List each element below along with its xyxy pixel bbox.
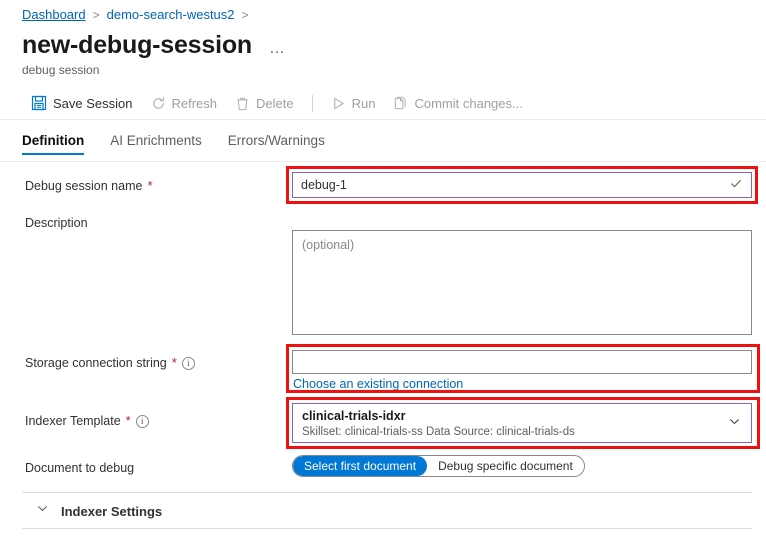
indexer-template-label: Indexer Template * i	[25, 413, 149, 429]
save-session-label: Save Session	[53, 96, 133, 111]
document-to-debug-label-text: Document to debug	[25, 460, 134, 476]
indexer-template-dropdown[interactable]: clinical-trials-idxr Skillset: clinical-…	[292, 403, 752, 443]
indexer-template-label-text: Indexer Template	[25, 413, 121, 429]
option-select-first-document[interactable]: Select first document	[293, 456, 427, 476]
indexer-template-required-marker: *	[126, 413, 131, 429]
commit-changes-button[interactable]: Commit changes...	[384, 89, 531, 117]
storage-connection-value	[293, 351, 751, 373]
breadcrumb-item-service[interactable]: demo-search-westus2	[107, 7, 235, 23]
more-options-button[interactable]: …	[266, 40, 289, 58]
commit-changes-label: Commit changes...	[414, 96, 522, 111]
indexer-template-detail: Skillset: clinical-trials-ss Data Source…	[302, 425, 742, 440]
indexer-template-selected: clinical-trials-idxr Skillset: clinical-…	[293, 404, 751, 445]
chevron-down-icon	[36, 502, 49, 520]
document-to-debug-toggle: Select first document Debug specific doc…	[292, 455, 585, 477]
choose-existing-connection-link[interactable]: Choose an existing connection	[293, 376, 463, 392]
refresh-button[interactable]: Refresh	[142, 89, 227, 117]
tab-definition[interactable]: Definition	[22, 133, 84, 155]
description-label-text: Description	[25, 215, 88, 231]
section-divider-top	[22, 492, 752, 493]
tab-list-divider	[0, 161, 766, 162]
storage-connection-input[interactable]	[292, 350, 752, 374]
checkmark-icon	[729, 177, 743, 194]
option-debug-specific-document[interactable]: Debug specific document	[427, 456, 584, 476]
session-name-value: debug-1	[293, 173, 751, 197]
command-bar: Save Session Refresh Delete	[22, 87, 532, 119]
session-name-label: Debug session name *	[25, 178, 153, 194]
info-icon[interactable]: i	[182, 357, 195, 370]
delete-button[interactable]: Delete	[226, 89, 303, 117]
tab-list: Definition AI Enrichments Errors/Warning…	[22, 133, 325, 155]
refresh-icon	[151, 96, 166, 111]
chevron-down-icon[interactable]	[728, 415, 741, 431]
tab-errors-warnings[interactable]: Errors/Warnings	[228, 133, 325, 155]
description-label: Description	[25, 215, 88, 231]
run-label: Run	[352, 96, 376, 111]
save-session-button[interactable]: Save Session	[22, 89, 142, 117]
section-indexer-settings-label: Indexer Settings	[61, 504, 162, 519]
section-indexer-settings[interactable]: Indexer Settings	[36, 502, 162, 520]
breadcrumb-separator-2: >	[242, 7, 249, 23]
session-name-label-text: Debug session name	[25, 178, 142, 194]
title-row: new-debug-session …	[22, 30, 289, 60]
breadcrumb: Dashboard > demo-search-westus2 >	[22, 7, 249, 23]
description-textarea[interactable]: (optional)	[292, 230, 752, 335]
breadcrumb-item-dashboard[interactable]: Dashboard	[22, 7, 86, 23]
indexer-template-name: clinical-trials-idxr	[302, 409, 742, 424]
command-bar-separator	[312, 95, 313, 112]
tab-ai-enrichments[interactable]: AI Enrichments	[110, 133, 202, 155]
document-to-debug-label: Document to debug	[25, 460, 134, 476]
breadcrumb-separator-1: >	[93, 7, 100, 23]
debug-session-page: Dashboard > demo-search-westus2 > new-de…	[0, 0, 766, 546]
refresh-label: Refresh	[172, 96, 218, 111]
storage-connection-label-text: Storage connection string	[25, 355, 167, 371]
storage-connection-required-marker: *	[172, 355, 177, 371]
copy-icon	[393, 96, 408, 111]
session-name-required-marker: *	[147, 178, 152, 194]
description-placeholder: (optional)	[302, 238, 354, 252]
session-name-input[interactable]: debug-1	[292, 172, 752, 198]
trash-icon	[235, 96, 250, 111]
save-icon	[31, 95, 47, 111]
page-subtitle: debug session	[22, 63, 99, 77]
delete-label: Delete	[256, 96, 294, 111]
run-button[interactable]: Run	[322, 89, 385, 117]
section-divider-bottom	[22, 528, 752, 529]
page-title: new-debug-session	[22, 30, 252, 60]
storage-connection-label: Storage connection string * i	[25, 355, 195, 371]
play-icon	[331, 96, 346, 111]
command-bar-divider	[0, 119, 766, 120]
info-icon[interactable]: i	[136, 415, 149, 428]
